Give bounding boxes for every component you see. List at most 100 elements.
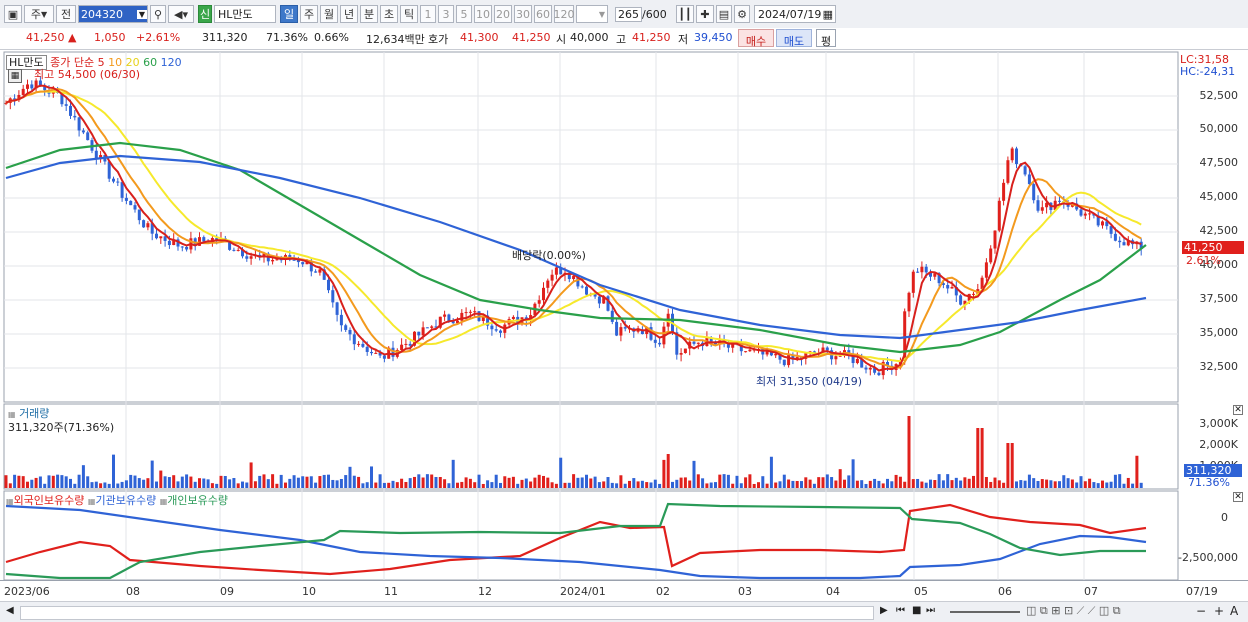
volume-bar [658, 483, 662, 488]
volume-bar [236, 483, 240, 488]
candle-body [834, 356, 838, 360]
zoom-out-icon[interactable]: − [1196, 604, 1206, 618]
volume-bar [202, 478, 206, 488]
volume-panel-close-icon[interactable]: ✕ [1233, 405, 1243, 415]
volume-bar [572, 474, 576, 488]
volume-bar [550, 482, 554, 488]
volume-bar [873, 478, 877, 488]
x-tick: 2024/01 [560, 585, 606, 598]
volume-bar [563, 482, 567, 488]
volume-bar [464, 477, 468, 488]
candle-body [993, 230, 997, 249]
stock-chart-svg[interactable] [0, 0, 1248, 621]
volume-bar [1101, 480, 1104, 488]
volume-bar [494, 474, 498, 488]
volume-bar [1036, 480, 1040, 488]
candle-body [1118, 240, 1122, 243]
volume-bar [976, 428, 980, 488]
volume-bar [696, 474, 700, 488]
volume-bar [821, 477, 825, 488]
volume-bar [322, 474, 326, 488]
volume-bar [769, 456, 773, 488]
volume-bar [124, 480, 128, 488]
volume-bar [825, 474, 829, 488]
candle-body [155, 233, 158, 239]
holding-legend: ▦외국인보유수량 ▦기관보유수량 ▦개인보유수량 [6, 494, 228, 507]
x-tick: 06 [998, 585, 1012, 598]
auto-scale-icon[interactable]: A [1230, 604, 1238, 618]
price-tick: 52,500 [1199, 89, 1239, 102]
volume-bar [1002, 482, 1006, 488]
volume-bar [249, 462, 253, 488]
volume-bar [425, 474, 429, 488]
volume-bar [774, 482, 778, 488]
rewind-icon[interactable]: ⏮ [896, 605, 905, 616]
candle-body [916, 271, 920, 273]
volume-bar [808, 479, 812, 488]
volume-bar [301, 476, 305, 488]
candle-body [404, 343, 408, 345]
volume-bar [877, 480, 881, 488]
grid-toggle-icon[interactable]: ▦ [8, 69, 22, 83]
holding-panel-close-icon[interactable]: ✕ [1233, 492, 1243, 502]
x-tick: 05 [914, 585, 928, 598]
stop-icon[interactable]: ■ [912, 605, 921, 616]
volume-bar [103, 482, 107, 488]
volume-bar [159, 470, 163, 488]
volume-bar [382, 482, 386, 488]
volume-panel [4, 416, 1143, 488]
volume-bar [688, 480, 692, 488]
candle-body [339, 314, 343, 326]
volume-bar [339, 478, 343, 488]
volume-bar [757, 482, 760, 488]
volume-bar [77, 474, 81, 488]
layout-icons[interactable]: ◫ ⧉ ⊞ ⊡ ⟋ ⟋ ◫ ⧉ [1026, 604, 1121, 618]
candle-body [546, 280, 550, 288]
x-tick: 03 [738, 585, 752, 598]
candle-body [30, 84, 34, 89]
volume-bar [868, 480, 872, 488]
scroll-left-icon[interactable]: ◀ [6, 605, 14, 616]
candle-body [744, 351, 748, 353]
volume-bar [284, 482, 287, 488]
volume-bar [533, 477, 537, 488]
candle-body [167, 240, 171, 246]
candle-body [69, 105, 72, 116]
volume-bar [709, 482, 713, 488]
volume-bar [81, 465, 85, 488]
forward-icon[interactable]: ⏭ [926, 605, 935, 616]
volume-bar [279, 474, 283, 488]
scroll-right-icon[interactable]: ▶ [880, 605, 888, 616]
x-tick: 10 [302, 585, 316, 598]
zoom-in-icon[interactable]: + [1214, 604, 1224, 618]
volume-bar [1032, 478, 1036, 488]
zoom-slider[interactable] [950, 611, 1020, 613]
volume-bar [189, 476, 193, 488]
volume-bar [1083, 481, 1087, 488]
volume-bar [653, 479, 657, 488]
volume-bar [748, 474, 752, 488]
price-tick: 35,000 [1199, 326, 1239, 339]
candle-body [318, 269, 322, 273]
volume-bar [344, 475, 348, 488]
scroll-track[interactable] [20, 606, 874, 620]
volume-bar [830, 477, 834, 488]
volume-bar [546, 477, 550, 488]
volume-bar [675, 479, 679, 488]
candle-body [1109, 226, 1113, 234]
volume-bar [4, 475, 8, 488]
candle-body [946, 284, 950, 289]
volume-bar [163, 476, 167, 488]
candle-body [81, 130, 85, 133]
volume-bar [847, 475, 851, 488]
candle-body [1036, 200, 1040, 211]
volume-bar [69, 478, 72, 488]
candle-body [137, 209, 141, 221]
chart-scrollbar[interactable]: ◀ ▶ ⏮ ■ ⏭ ◫ ⧉ ⊞ ⊡ ⟋ ⟋ ◫ ⧉ − + A [0, 601, 1248, 622]
candle-body [907, 292, 911, 312]
volume-bar [765, 483, 769, 488]
volume-bar [26, 481, 29, 488]
candle-body [400, 344, 404, 351]
candle-body [597, 296, 601, 304]
volume-bar [331, 479, 335, 488]
